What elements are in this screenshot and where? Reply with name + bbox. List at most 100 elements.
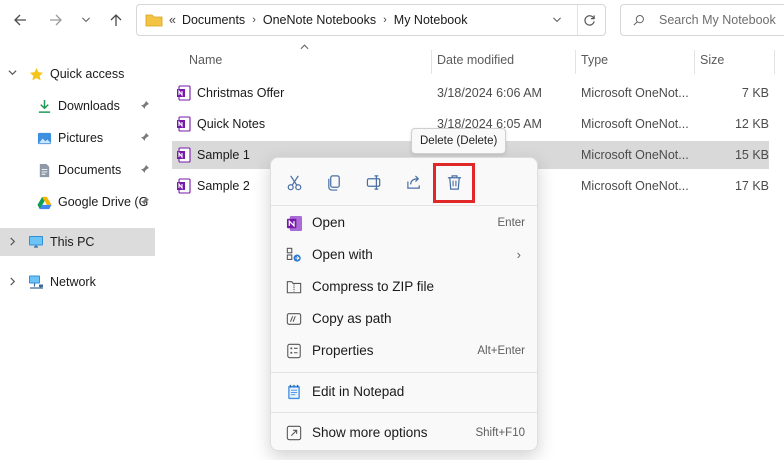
onenote-file-icon xyxy=(177,147,191,163)
file-type: Microsoft OneNot... xyxy=(581,86,689,100)
rename-button[interactable] xyxy=(362,170,386,194)
sidebar-label: Quick access xyxy=(50,67,125,81)
menu-item-compress-zip[interactable]: Compress to ZIP file xyxy=(277,271,533,303)
breadcrumb-onenote-notebooks[interactable]: OneNote Notebooks xyxy=(263,13,376,27)
file-name: Christmas Offer xyxy=(197,86,285,100)
pictures-icon xyxy=(36,130,52,146)
menu-separator xyxy=(271,412,537,413)
open-with-icon xyxy=(285,246,303,264)
breadcrumb-documents[interactable]: Documents xyxy=(182,13,245,27)
sidebar-label: Documents xyxy=(58,163,122,177)
address-bar[interactable]: « Documents › OneNote Notebooks › My Not… xyxy=(136,4,606,36)
menu-item-copy-as-path[interactable]: Copy as path xyxy=(277,303,533,335)
forward-button[interactable] xyxy=(44,8,68,32)
column-header-size[interactable]: Size xyxy=(700,53,724,67)
chevron-right-icon[interactable] xyxy=(8,277,18,289)
column-divider[interactable] xyxy=(694,50,695,74)
file-type: Microsoft OneNot... xyxy=(581,148,689,162)
up-button[interactable] xyxy=(104,8,128,32)
menu-item-show-more-options[interactable]: Show more options Shift+F10 xyxy=(277,417,533,449)
rename-icon xyxy=(366,174,380,190)
chevron-down-icon[interactable] xyxy=(8,68,18,80)
column-divider[interactable] xyxy=(431,50,432,74)
sidebar-item-pictures[interactable]: Pictures xyxy=(0,124,155,152)
recent-locations-button[interactable] xyxy=(74,8,98,32)
sidebar-item-downloads[interactable]: Downloads xyxy=(0,92,155,120)
sort-ascending-icon xyxy=(300,42,309,53)
column-divider[interactable] xyxy=(774,50,775,74)
address-history-button[interactable] xyxy=(547,5,567,35)
onenote-file-icon xyxy=(177,85,191,101)
zip-icon xyxy=(285,278,303,296)
network-icon xyxy=(28,274,44,290)
delete-icon xyxy=(447,174,461,190)
sidebar-label: Pictures xyxy=(58,131,104,145)
chevron-down-icon xyxy=(553,17,561,23)
pin-icon xyxy=(140,164,150,177)
copy-icon xyxy=(327,174,340,191)
menu-separator xyxy=(271,205,537,206)
sidebar-label: Network xyxy=(50,275,96,289)
monitor-icon xyxy=(28,234,44,250)
arrow-left-icon xyxy=(14,14,26,26)
refresh-button[interactable] xyxy=(577,5,601,35)
arrow-right-icon xyxy=(50,14,62,26)
menu-item-open[interactable]: Open Enter xyxy=(277,207,533,239)
delete-tooltip: Delete (Delete) xyxy=(411,128,507,154)
folder-icon xyxy=(145,13,163,27)
column-header-name[interactable]: Name xyxy=(189,53,222,67)
chevron-right-icon[interactable] xyxy=(8,237,18,249)
onenote-icon xyxy=(285,214,303,232)
file-type: Microsoft OneNot... xyxy=(581,179,689,193)
menu-item-label: Edit in Notepad xyxy=(312,384,405,399)
sidebar-item-documents[interactable]: Documents xyxy=(0,156,155,184)
column-divider[interactable] xyxy=(575,50,576,74)
share-button[interactable] xyxy=(402,170,426,194)
file-size: 17 KB xyxy=(734,179,769,193)
context-menu: Open Enter Open with › Compress to ZIP f… xyxy=(270,157,538,451)
menu-separator xyxy=(271,372,537,373)
breadcrumb-my-notebook[interactable]: My Notebook xyxy=(394,13,468,27)
pin-icon xyxy=(140,196,150,209)
menu-item-open-with[interactable]: Open with › xyxy=(277,239,533,271)
properties-icon xyxy=(285,342,303,360)
sidebar-label: Google Drive (G xyxy=(58,195,149,209)
sidebar-item-this-pc[interactable]: This PC xyxy=(0,228,155,256)
notepad-icon xyxy=(285,383,303,401)
menu-item-label: Open with xyxy=(312,247,373,262)
back-button[interactable] xyxy=(8,8,32,32)
file-name: Sample 2 xyxy=(197,179,250,193)
google-drive-icon xyxy=(36,194,52,210)
file-size: 12 KB xyxy=(734,117,769,131)
menu-item-edit-in-notepad[interactable]: Edit in Notepad xyxy=(277,376,533,408)
column-header-date-modified[interactable]: Date modified xyxy=(437,53,514,67)
copy-button[interactable] xyxy=(322,170,346,194)
file-size: 7 KB xyxy=(741,86,769,100)
search-placeholder: Search My Notebook xyxy=(659,13,776,27)
star-icon xyxy=(28,66,44,82)
menu-item-shortcut: Shift+F10 xyxy=(475,427,525,439)
sidebar-label: This PC xyxy=(50,235,95,249)
cut-button[interactable] xyxy=(282,170,306,194)
file-row[interactable]: Christmas Offer 3/18/2024 6:06 AM Micros… xyxy=(172,79,769,107)
sidebar-item-network[interactable]: Network xyxy=(0,268,155,296)
more-options-icon xyxy=(285,424,303,442)
search-input[interactable]: Search My Notebook xyxy=(620,4,784,36)
breadcrumb-separator-icon[interactable]: › xyxy=(252,14,256,26)
cut-icon xyxy=(287,175,301,190)
menu-item-properties[interactable]: Properties Alt+Enter xyxy=(277,335,533,367)
breadcrumb-separator-icon[interactable]: › xyxy=(383,14,387,26)
column-header-type[interactable]: Type xyxy=(581,53,608,67)
menu-item-label: Compress to ZIP file xyxy=(312,279,435,294)
file-name: Quick Notes xyxy=(197,117,266,131)
copy-path-icon xyxy=(285,310,303,328)
breadcrumb-overflow[interactable]: « xyxy=(169,13,176,27)
delete-button[interactable] xyxy=(442,170,466,194)
onenote-file-icon xyxy=(177,178,191,194)
sidebar-item-quick-access[interactable]: Quick access xyxy=(0,60,155,88)
refresh-icon xyxy=(584,14,595,26)
pin-icon xyxy=(140,100,150,113)
sidebar-item-google-drive[interactable]: Google Drive (G xyxy=(0,188,155,216)
sidebar-label: Downloads xyxy=(58,99,120,113)
file-type: Microsoft OneNot... xyxy=(581,117,689,131)
